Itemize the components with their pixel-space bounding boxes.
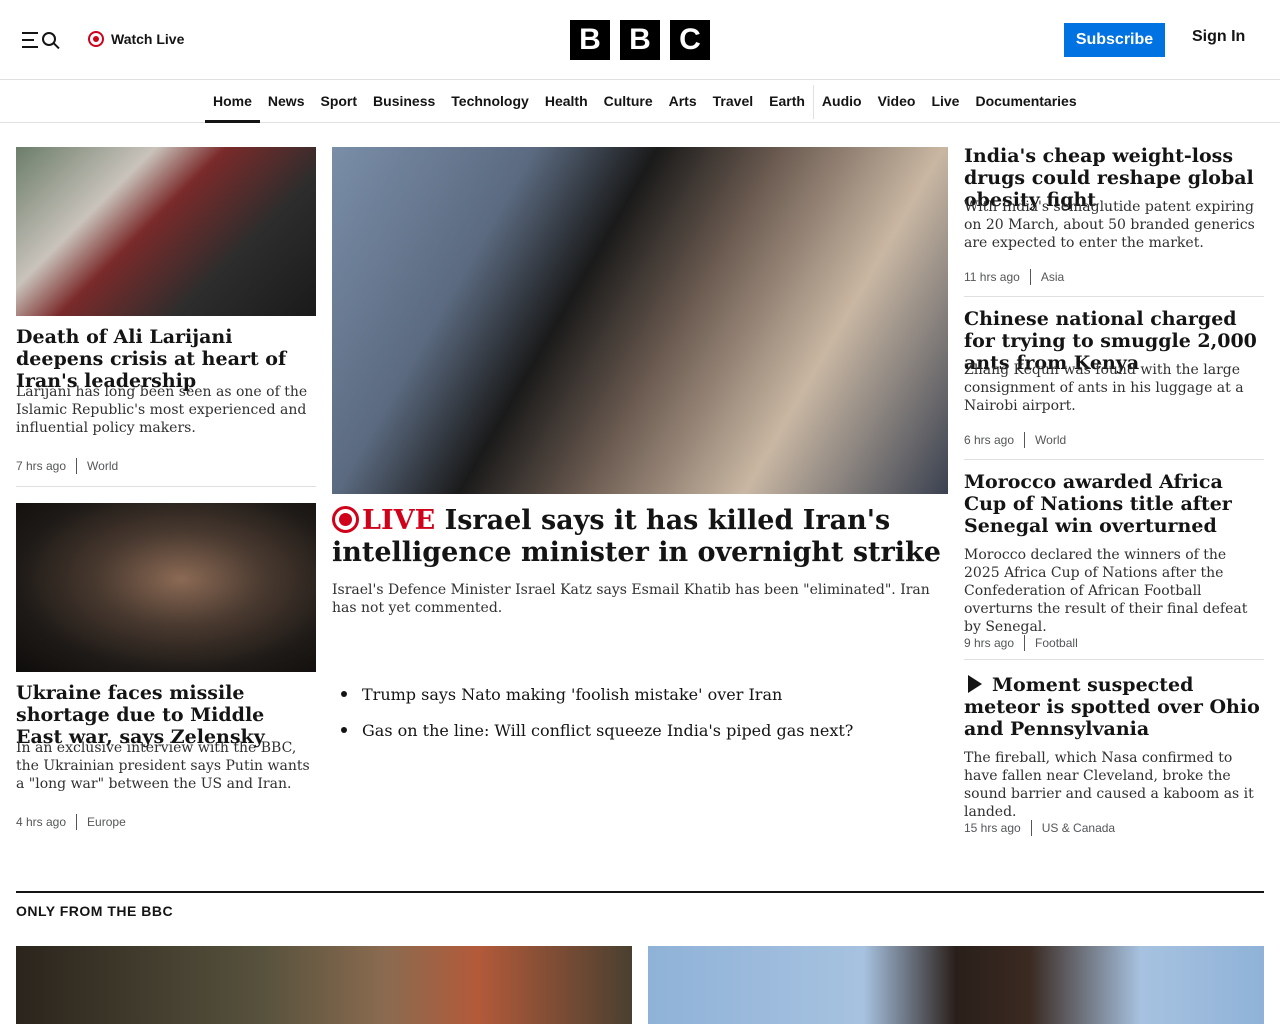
nav-item-home[interactable]: Home: [205, 81, 260, 123]
watch-live-link[interactable]: Watch Live: [88, 28, 184, 50]
story-summary: The fireball, which Nasa confirmed to ha…: [964, 750, 1254, 820]
play-icon: [968, 675, 982, 693]
related-links: Trump says Nato making 'foolish mistake'…: [336, 676, 936, 748]
bullet-icon: [341, 727, 347, 733]
live-badge: LIVE: [332, 505, 435, 536]
related-link[interactable]: Gas on the line: Will conflict squeeze I…: [336, 712, 936, 748]
story-summary: With India's semaglutide patent expiring…: [964, 199, 1255, 251]
story-category[interactable]: Europe: [87, 815, 126, 829]
section-rule: [16, 891, 1264, 893]
search-icon: [42, 32, 56, 46]
nav-item-video[interactable]: Video: [870, 81, 924, 123]
story-image-larijani[interactable]: [16, 147, 316, 316]
story-meta: 11 hrs ago Asia: [964, 269, 1064, 285]
story-meta: 4 hrs ago Europe: [16, 814, 126, 830]
nav-item-culture[interactable]: Culture: [596, 81, 661, 123]
story-meta: 15 hrs ago US & Canada: [964, 820, 1115, 836]
nav-item-technology[interactable]: Technology: [443, 81, 537, 123]
story-time: 11 hrs ago: [964, 270, 1020, 284]
nav-item-documentaries[interactable]: Documentaries: [967, 81, 1084, 123]
site-header: Watch Live B B C Subscribe Sign In: [0, 0, 1280, 80]
logo-letter: B: [620, 20, 660, 60]
story-time: 4 hrs ago: [16, 815, 67, 829]
divider: [964, 296, 1264, 297]
divider: [964, 459, 1264, 460]
story-category[interactable]: Football: [1035, 636, 1078, 650]
sign-in-link[interactable]: Sign In: [1192, 28, 1245, 46]
story-time: 6 hrs ago: [964, 433, 1015, 447]
main-story-summary: Israel's Defence Minister Israel Katz sa…: [332, 582, 930, 616]
story-meta: 7 hrs ago World: [16, 458, 118, 474]
section-title: ONLY FROM THE BBC: [16, 903, 174, 919]
nav-item-business[interactable]: Business: [365, 81, 443, 123]
nav-item-audio[interactable]: Audio: [814, 81, 870, 123]
story-summary: Morocco declared the winners of the 2025…: [964, 547, 1248, 635]
feature-image-painting[interactable]: [16, 946, 632, 1024]
divider: [16, 486, 316, 487]
main-story-headline[interactable]: LIVE Israel says it has killed Iran's in…: [332, 505, 948, 569]
story-meta: 6 hrs ago World: [964, 432, 1066, 448]
story-summary: Larijani has long been seen as one of th…: [16, 384, 308, 436]
nav-item-live[interactable]: Live: [923, 81, 967, 123]
nav-item-sport[interactable]: Sport: [312, 81, 365, 123]
bullet-icon: [341, 691, 347, 697]
menu-icon: [22, 32, 38, 53]
menu-search-button[interactable]: [20, 27, 64, 53]
nav-item-news[interactable]: News: [260, 81, 313, 123]
logo-letter: B: [570, 20, 610, 60]
live-icon: [88, 31, 104, 47]
feature-image-portrait[interactable]: [648, 946, 1264, 1024]
story-time: 9 hrs ago: [964, 636, 1015, 650]
story-category[interactable]: World: [1035, 433, 1066, 447]
story-headline[interactable]: Morocco awarded Africa Cup of Nations ti…: [964, 471, 1264, 537]
subscribe-button[interactable]: Subscribe: [1064, 23, 1165, 57]
nav-item-earth[interactable]: Earth: [761, 81, 813, 123]
watch-live-label: Watch Live: [111, 31, 185, 47]
story-summary: In an exclusive interview with the BBC, …: [16, 740, 310, 792]
story-time: 7 hrs ago: [16, 459, 67, 473]
logo-letter: C: [670, 20, 710, 60]
bbc-logo[interactable]: B B C: [570, 20, 710, 60]
story-summary: Zhang Kequn was found with the large con…: [964, 362, 1244, 414]
nav-item-health[interactable]: Health: [537, 81, 596, 123]
main-nav: Home News Sport Business Technology Heal…: [0, 81, 1280, 123]
nav-item-travel[interactable]: Travel: [705, 81, 761, 123]
nav-item-arts[interactable]: Arts: [661, 81, 705, 123]
story-category[interactable]: World: [87, 459, 118, 473]
live-icon: [332, 506, 359, 533]
story-category[interactable]: US & Canada: [1042, 821, 1115, 835]
divider: [964, 659, 1264, 660]
story-time: 15 hrs ago: [964, 821, 1021, 835]
related-link[interactable]: Trump says Nato making 'foolish mistake'…: [336, 676, 936, 712]
story-meta: 9 hrs ago Football: [964, 635, 1078, 651]
main-story-image[interactable]: [332, 147, 948, 494]
story-image-zelensky[interactable]: [16, 503, 316, 672]
story-headline[interactable]: Moment suspected meteor is spotted over …: [964, 674, 1264, 740]
story-category[interactable]: Asia: [1041, 270, 1064, 284]
